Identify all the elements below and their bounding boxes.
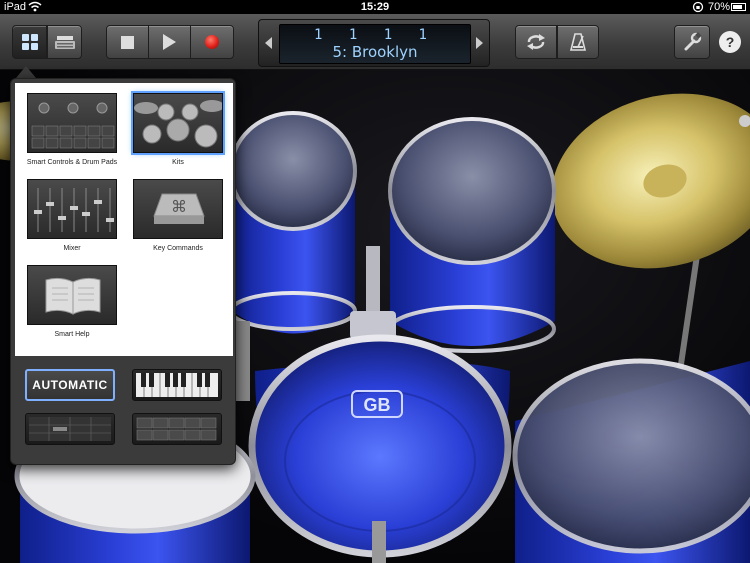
record-icon (205, 35, 219, 49)
stop-icon (121, 35, 134, 49)
browser-button[interactable] (12, 25, 47, 59)
automatic-play-button[interactable]: AUTOMATIC (25, 369, 115, 401)
ride-cymbal[interactable] (532, 71, 750, 372)
smart-controls-thumbnail (27, 93, 117, 153)
tracks-view-button[interactable] (47, 25, 82, 59)
metronome-icon (569, 33, 587, 51)
browser-item-label: Kits (172, 159, 184, 166)
floor-tom[interactable] (512, 358, 750, 563)
browser-popover: Smart Controls & Drum Pads Kits Mixer ⌘ … (10, 78, 236, 465)
bass-drum[interactable]: GB (248, 334, 512, 563)
mixer-thumbnail (27, 179, 117, 239)
bar-grid-icon (29, 417, 111, 441)
drum-pads-mode-button[interactable] (132, 413, 222, 445)
transport-controls (106, 25, 234, 59)
smart-help-thumbnail (27, 265, 117, 325)
record-button[interactable] (190, 25, 234, 59)
browser-item-smart-help[interactable]: Smart Help (25, 265, 119, 338)
rack-tom-right[interactable] (388, 117, 556, 353)
loop-metronome-group (515, 25, 599, 59)
loop-icon (527, 34, 545, 50)
battery-icon (731, 3, 746, 11)
lcd-position: 1 1 1 1 (313, 27, 436, 43)
drum-pads-icon (136, 417, 217, 441)
kits-thumbnail (131, 91, 225, 155)
browser-item-label: Key Commands (153, 245, 203, 252)
browser-item-label: Smart Controls & Drum Pads (26, 159, 118, 166)
lcd-song-name: 5: Brooklyn (332, 43, 418, 61)
key-commands-thumbnail: ⌘ (133, 179, 223, 239)
metronome-button[interactable] (557, 25, 599, 59)
tracks-view-icon (54, 36, 75, 49)
bar-grid-mode-button[interactable] (25, 413, 115, 445)
keyboard-mode-button[interactable] (132, 369, 222, 401)
toolbar: 1 1 1 1 5: Brooklyn ? (0, 14, 750, 70)
rack-tom-left[interactable] (229, 111, 357, 334)
svg-text:⌘: ⌘ (171, 197, 187, 216)
play-button[interactable] (148, 25, 191, 59)
browser-grid: Smart Controls & Drum Pads Kits Mixer ⌘ … (15, 83, 233, 356)
clock-time: 15:29 (360, 1, 390, 13)
browser-item-kits[interactable]: Kits (131, 91, 225, 166)
browser-icon (21, 34, 38, 50)
browser-item-label: Mixer (63, 245, 81, 252)
popover-arrow (16, 66, 36, 78)
browser-item-key-commands[interactable]: ⌘ Key Commands (131, 179, 225, 252)
garageband-drums-screen: iPad 15:29 70% 1 1 1 1 5: Brooklyn ? GB … (0, 0, 750, 563)
help-icon: ? (719, 31, 741, 53)
status-bar: iPad 15:29 70% (0, 0, 750, 14)
loop-button[interactable] (515, 25, 557, 59)
browser-item-mixer[interactable]: Mixer (25, 179, 119, 252)
next-song-arrow-icon[interactable] (476, 37, 483, 49)
stop-button[interactable] (106, 25, 149, 59)
keyboard-icon (136, 373, 218, 397)
help-button[interactable]: ? (715, 27, 745, 57)
settings-button[interactable] (674, 25, 710, 59)
lcd-display[interactable]: 1 1 1 1 5: Brooklyn (258, 19, 490, 67)
previous-song-arrow-icon[interactable] (265, 37, 272, 49)
lcd-screen: 1 1 1 1 5: Brooklyn (279, 24, 471, 64)
browser-item-smart-controls[interactable]: Smart Controls & Drum Pads (25, 93, 119, 166)
play-icon (163, 34, 176, 50)
view-button-group (12, 25, 82, 59)
settings-wrench-icon (684, 32, 702, 51)
bass-drum-logo: GB (364, 395, 391, 415)
browser-item-label: Smart Help (54, 331, 90, 338)
battery-percentage: 70% (708, 1, 731, 13)
hi-hat[interactable] (236, 321, 250, 401)
